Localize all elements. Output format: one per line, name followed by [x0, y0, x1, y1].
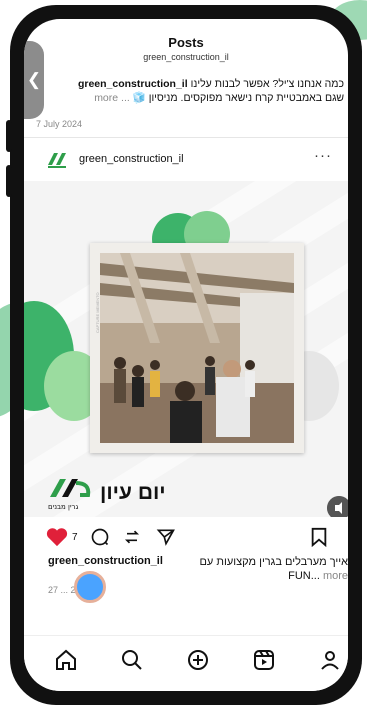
home-icon[interactable]	[54, 648, 78, 672]
posts-header: Posts green_construction_il	[24, 19, 348, 65]
profile-avatar[interactable]	[46, 149, 68, 169]
phone-frame: Posts green_construction_il ❮ כמה אנחנו …	[6, 5, 362, 705]
profile-icon[interactable]	[318, 648, 342, 672]
back-button[interactable]: ❮	[24, 41, 44, 119]
audio-icon[interactable]	[327, 496, 348, 517]
heart-icon[interactable]	[46, 527, 68, 547]
caption-username[interactable]: green_construction_il	[48, 555, 163, 567]
phone-side-button	[6, 120, 12, 152]
event-title: יום עיון	[100, 481, 166, 504]
frame-caption: CAPTURE MEMENTO	[95, 292, 100, 333]
comment-icon[interactable]	[90, 527, 110, 547]
repost-icon[interactable]	[122, 527, 142, 547]
previous-caption-user[interactable]: green_construction_il	[78, 78, 188, 90]
page-title: Posts	[168, 35, 204, 50]
more-options-icon[interactable]: ···	[314, 147, 332, 164]
bottom-nav	[24, 635, 348, 691]
touch-indicator	[74, 571, 106, 603]
post-header: green_construction_il ···	[24, 143, 348, 177]
previous-caption-text: כמה אנחנו צ'יל? אפשר לבנות עלינו green_c…	[77, 78, 344, 90]
previous-post-caption: כמה אנחנו צ'יל? אפשר לבנות עלינו green_c…	[42, 77, 344, 105]
page-subtitle: green_construction_il	[143, 52, 229, 62]
event-photo	[100, 253, 294, 443]
svg-text:גרין מבנים: גרין מבנים	[48, 503, 78, 511]
create-icon[interactable]	[186, 648, 210, 672]
like-count[interactable]: 7	[72, 532, 78, 543]
phone-screen: Posts green_construction_il ❮ כמה אנחנו …	[24, 19, 348, 691]
previous-post-date: 7 July 2024	[36, 119, 83, 129]
post-actions: 7	[24, 523, 348, 551]
ice-emoji: 🧊	[132, 92, 146, 104]
reels-icon[interactable]	[252, 648, 276, 672]
search-icon[interactable]	[120, 648, 144, 672]
photo-frame: CAPTURE MEMENTO	[90, 243, 304, 453]
brand-logo: גרין מבנים	[48, 479, 91, 511]
phone-side-button	[6, 165, 12, 197]
post-image[interactable]: CAPTURE MEMENTO גרין מבנים יום עיון	[24, 181, 348, 517]
chevron-left-icon: ❮	[26, 70, 42, 89]
previous-caption-line2: שגם באמבטיית קרח נישאר מפוקסים. מניסיון …	[94, 92, 344, 104]
divider	[24, 137, 348, 138]
post-username[interactable]: green_construction_il	[79, 153, 184, 165]
more-link[interactable]: ... more	[94, 92, 130, 104]
caption-text: אייך מערבלים בגרין מקצועות עם FUN... mor…	[199, 556, 348, 582]
bookmark-icon[interactable]	[310, 527, 328, 547]
share-icon[interactable]	[156, 527, 176, 547]
more-link[interactable]: more	[323, 570, 348, 582]
